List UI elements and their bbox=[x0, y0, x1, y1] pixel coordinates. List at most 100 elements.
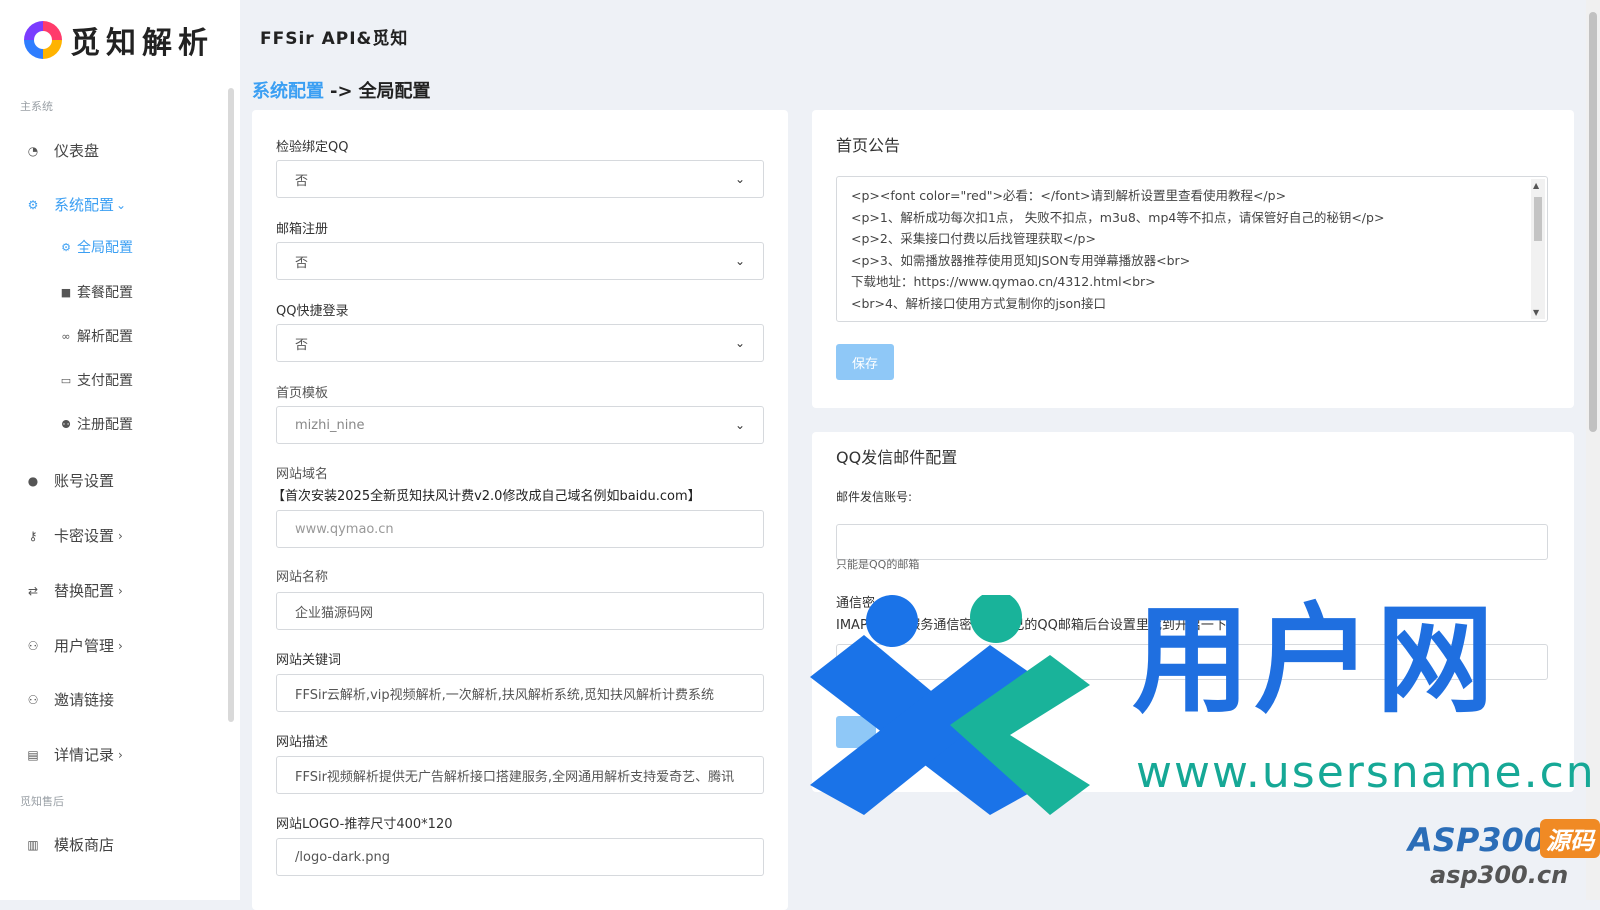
watermark-asp: ASP300 bbox=[1408, 821, 1547, 859]
sidebar-subitem-label: 解析配置 bbox=[77, 329, 133, 345]
sidebar: 觅知解析 主系统 ◔ 仪表盘 ⚙ 系统配置 ⌄ ⚙ 全局配置 ■ 套餐配置 ∞ … bbox=[0, 0, 240, 900]
chevron-down-icon: ⌄ bbox=[116, 197, 127, 212]
gear-icon: ⚙ bbox=[61, 240, 71, 254]
scrollbar-thumb[interactable] bbox=[1589, 12, 1597, 432]
sidebar-item-invite[interactable]: ⚇ 邀请链接 bbox=[26, 689, 114, 710]
notice-line: <p>2、采集接口付费以后找管理获取</p> bbox=[851, 231, 1096, 246]
gauge-icon: ◔ bbox=[27, 143, 39, 158]
sidebar-item-account[interactable]: ● 账号设置 bbox=[26, 470, 114, 491]
description-input[interactable]: FFSir视频解析提供无广告解析接口搭建服务,全网通用解析支持爱奇艺、腾讯 bbox=[276, 756, 764, 794]
chevron-right-icon: › bbox=[118, 638, 123, 653]
sidebar-item-label: 邀请链接 bbox=[54, 691, 115, 709]
credit-card-icon: ▭ bbox=[60, 373, 72, 387]
template-value: mizhi_nine bbox=[295, 417, 365, 433]
clipboard-icon: ▤ bbox=[27, 747, 39, 762]
mail-account-hint: 只能是QQ的邮箱 bbox=[836, 558, 920, 571]
keywords-input[interactable]: FFSir云解析,vip视频解析,一次解析,扶风解析系统,觅知扶风解析计费系统 bbox=[276, 674, 764, 712]
notice-line: <p>3、如需播放器推荐使用觅知JSON专用弹幕播放器<br> bbox=[851, 252, 1191, 268]
scrollbar-thumb[interactable] bbox=[1534, 197, 1542, 241]
sidebar-subitem-global[interactable]: ⚙ 全局配置 bbox=[60, 237, 133, 257]
chevron-right-icon: › bbox=[118, 747, 123, 762]
email-register-value: 否 bbox=[295, 255, 309, 271]
mail-account-input[interactable] bbox=[836, 524, 1548, 560]
sidebar-item-label: 用户管理 bbox=[54, 637, 115, 655]
sidebar-subitem-label: 注册配置 bbox=[77, 417, 133, 433]
mail-secret-input[interactable] bbox=[836, 644, 1548, 680]
domain-hint: 【首次安装2025全新觅知扶风计费v2.0修改成自己域名例如baidu.com】 bbox=[272, 489, 701, 504]
logo-label: 网站LOGO-推荐尺寸400*120 bbox=[276, 817, 453, 832]
description-label: 网站描述 bbox=[276, 735, 329, 750]
notice-line: <p>1、解析成功每次扣1点， 失败不扣点，m3u8、mp4等不扣点，请保管好自… bbox=[851, 209, 1385, 225]
sidebar-item-label: 卡密设置 bbox=[54, 527, 115, 545]
mail-title: QQ发信邮件配置 bbox=[836, 448, 958, 467]
sidebar-item-label: 模板商店 bbox=[54, 836, 115, 854]
sidebar-scrollbar[interactable] bbox=[228, 88, 234, 722]
app-title: FFSir API&觅知 bbox=[260, 29, 409, 49]
logo-input[interactable]: /logo-dark.png bbox=[276, 838, 764, 876]
qq-login-value: 否 bbox=[295, 337, 309, 353]
user-group-icon: ⚇ bbox=[27, 692, 39, 707]
chevron-down-icon: ⌄ bbox=[734, 336, 745, 350]
sidebar-item-label: 系统配置 bbox=[54, 196, 115, 214]
sidebar-item-replace[interactable]: ⇄ 替换配置 › bbox=[26, 580, 123, 601]
notice-textarea[interactable]: <p><font color="red">必看：</font>请到解析设置里查看… bbox=[836, 176, 1548, 322]
sidebar-item-cardkey[interactable]: ⚷ 卡密设置 › bbox=[26, 525, 123, 546]
sidebar-subitem-parse[interactable]: ∞ 解析配置 bbox=[60, 326, 133, 346]
section-main-label: 主系统 bbox=[20, 100, 53, 113]
logo-icon bbox=[24, 21, 62, 59]
sidebar-item-template-store[interactable]: ▥ 模板商店 bbox=[26, 834, 114, 855]
sidebar-subitem-label: 全局配置 bbox=[77, 240, 133, 256]
mail-save-button[interactable] bbox=[836, 716, 876, 748]
mail-secret-label: 通信密 bbox=[836, 596, 876, 611]
notice-title: 首页公告 bbox=[836, 136, 901, 155]
domain-label: 网站域名 bbox=[276, 467, 329, 482]
breadcrumb-separator: -> bbox=[330, 81, 353, 102]
scroll-up-icon[interactable]: ▲ bbox=[1533, 181, 1539, 190]
sidebar-item-label: 详情记录 bbox=[54, 746, 115, 764]
chevron-right-icon: › bbox=[118, 583, 123, 598]
sidebar-subitem-payment[interactable]: ▭ 支付配置 bbox=[60, 370, 133, 390]
section-after-label: 觅知售后 bbox=[20, 795, 64, 808]
gear-icon: ⚙ bbox=[27, 197, 39, 212]
chevron-down-icon: ⌄ bbox=[734, 418, 745, 432]
sidebar-item-records[interactable]: ▤ 详情记录 › bbox=[26, 744, 123, 765]
logo[interactable]: 觅知解析 bbox=[24, 18, 214, 62]
sidebar-subitem-package[interactable]: ■ 套餐配置 bbox=[60, 282, 133, 302]
site-name-input[interactable]: 企业猫源码网 bbox=[276, 592, 764, 630]
mail-account-label: 邮件发信账号: bbox=[836, 490, 913, 504]
bag-icon: ■ bbox=[60, 285, 72, 299]
watermark-asp-url: asp300.cn bbox=[1430, 861, 1569, 889]
domain-input[interactable]: www.qymao.cn bbox=[276, 510, 764, 548]
users-icon: ⚇ bbox=[27, 638, 39, 653]
scroll-down-icon[interactable]: ▼ bbox=[1533, 308, 1539, 317]
key-icon: ⚷ bbox=[28, 528, 38, 543]
template-select[interactable]: mizhi_nine ⌄ bbox=[276, 406, 764, 444]
qq-login-label: QQ快捷登录 bbox=[276, 304, 349, 319]
logo-text: 觅知解析 bbox=[70, 26, 214, 61]
breadcrumb-current: 全局配置 bbox=[358, 81, 431, 102]
sidebar-item-label: 仪表盘 bbox=[54, 142, 100, 160]
store-icon: ▥ bbox=[27, 837, 39, 852]
mail-config-card: QQ发信邮件配置 邮件发信账号: 只能是QQ的邮箱 通信密 IMAP/SMTP服… bbox=[812, 432, 1574, 792]
user-icon: ● bbox=[27, 473, 39, 488]
global-config-card: 检验绑定QQ 否 ⌄ 邮箱注册 否 ⌄ QQ快捷登录 否 ⌄ 首页模板 mizh… bbox=[252, 110, 788, 910]
sidebar-item-dashboard[interactable]: ◔ 仪表盘 bbox=[26, 140, 99, 161]
sidebar-subitem-label: 支付配置 bbox=[77, 373, 133, 389]
sidebar-subitem-register[interactable]: ⚉ 注册配置 bbox=[60, 414, 133, 434]
sidebar-item-label: 替换配置 bbox=[54, 582, 115, 600]
site-name-label: 网站名称 bbox=[276, 570, 329, 585]
qq-login-select[interactable]: 否 ⌄ bbox=[276, 324, 764, 362]
notice-card: 首页公告 <p><font color="red">必看：</font>请到解析… bbox=[812, 110, 1574, 408]
breadcrumb: 系统配置 -> 全局配置 bbox=[252, 77, 431, 103]
chevron-down-icon: ⌄ bbox=[734, 254, 745, 268]
sidebar-item-system-config[interactable]: ⚙ 系统配置 ⌄ bbox=[26, 194, 126, 215]
textarea-scrollbar[interactable]: ▲ ▼ bbox=[1531, 179, 1545, 319]
sidebar-item-users[interactable]: ⚇ 用户管理 › bbox=[26, 635, 123, 656]
chevron-right-icon: › bbox=[118, 528, 123, 543]
page-scrollbar[interactable] bbox=[1586, 0, 1600, 900]
email-register-select[interactable]: 否 ⌄ bbox=[276, 242, 764, 280]
breadcrumb-parent-link[interactable]: 系统配置 bbox=[252, 81, 324, 102]
qq-bind-select[interactable]: 否 ⌄ bbox=[276, 160, 764, 198]
keywords-label: 网站关键词 bbox=[276, 653, 342, 668]
save-button[interactable]: 保存 bbox=[836, 344, 894, 380]
